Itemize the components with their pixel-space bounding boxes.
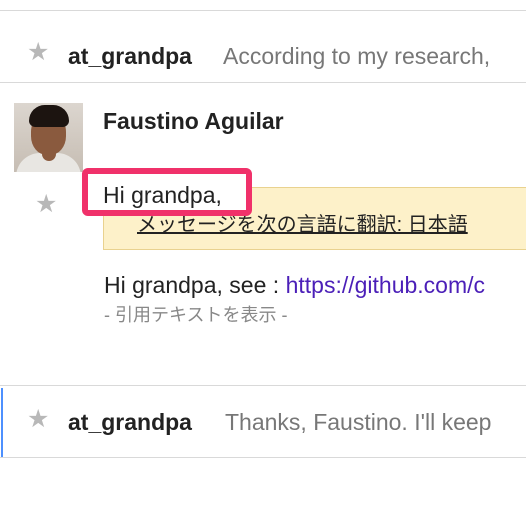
star-icon[interactable]: ★: [27, 40, 49, 65]
sender-name: at_grandpa: [68, 409, 192, 435]
body-text: Hi grandpa,: [104, 272, 223, 298]
highlight-callout: Hi grandpa,: [82, 168, 252, 216]
collapsed-message-row[interactable]: ★ at_grandpa Thanks, Faustino. I'll keep: [0, 388, 526, 457]
message-snippet: According to my research,: [223, 43, 491, 69]
avatar[interactable]: [14, 103, 83, 172]
divider: [0, 457, 526, 458]
sender-name: at_grandpa: [68, 43, 192, 69]
collapsed-message-row[interactable]: ★ at_grandpa According to my research,: [0, 10, 526, 82]
message-body: Hi grandpa, see : https://github.com/c: [104, 272, 485, 299]
highlight-text: Hi grandpa,: [103, 182, 222, 208]
star-icon[interactable]: ★: [35, 192, 57, 217]
body-link[interactable]: https://github.com/c: [286, 272, 485, 298]
body-text: see :: [222, 272, 286, 298]
sender-name[interactable]: Faustino Aguilar: [103, 108, 284, 135]
divider: [0, 385, 526, 386]
star-icon[interactable]: ★: [27, 407, 49, 432]
show-quoted-text-link[interactable]: - 引用テキストを表示 -: [104, 301, 287, 327]
message-snippet: Thanks, Faustino. I'll keep: [225, 409, 492, 435]
row-accent-bar: [1, 388, 3, 457]
expanded-message: Faustino Aguilar ★ メッセージを次の言語に翻訳: 日本語 Hi…: [0, 82, 526, 385]
